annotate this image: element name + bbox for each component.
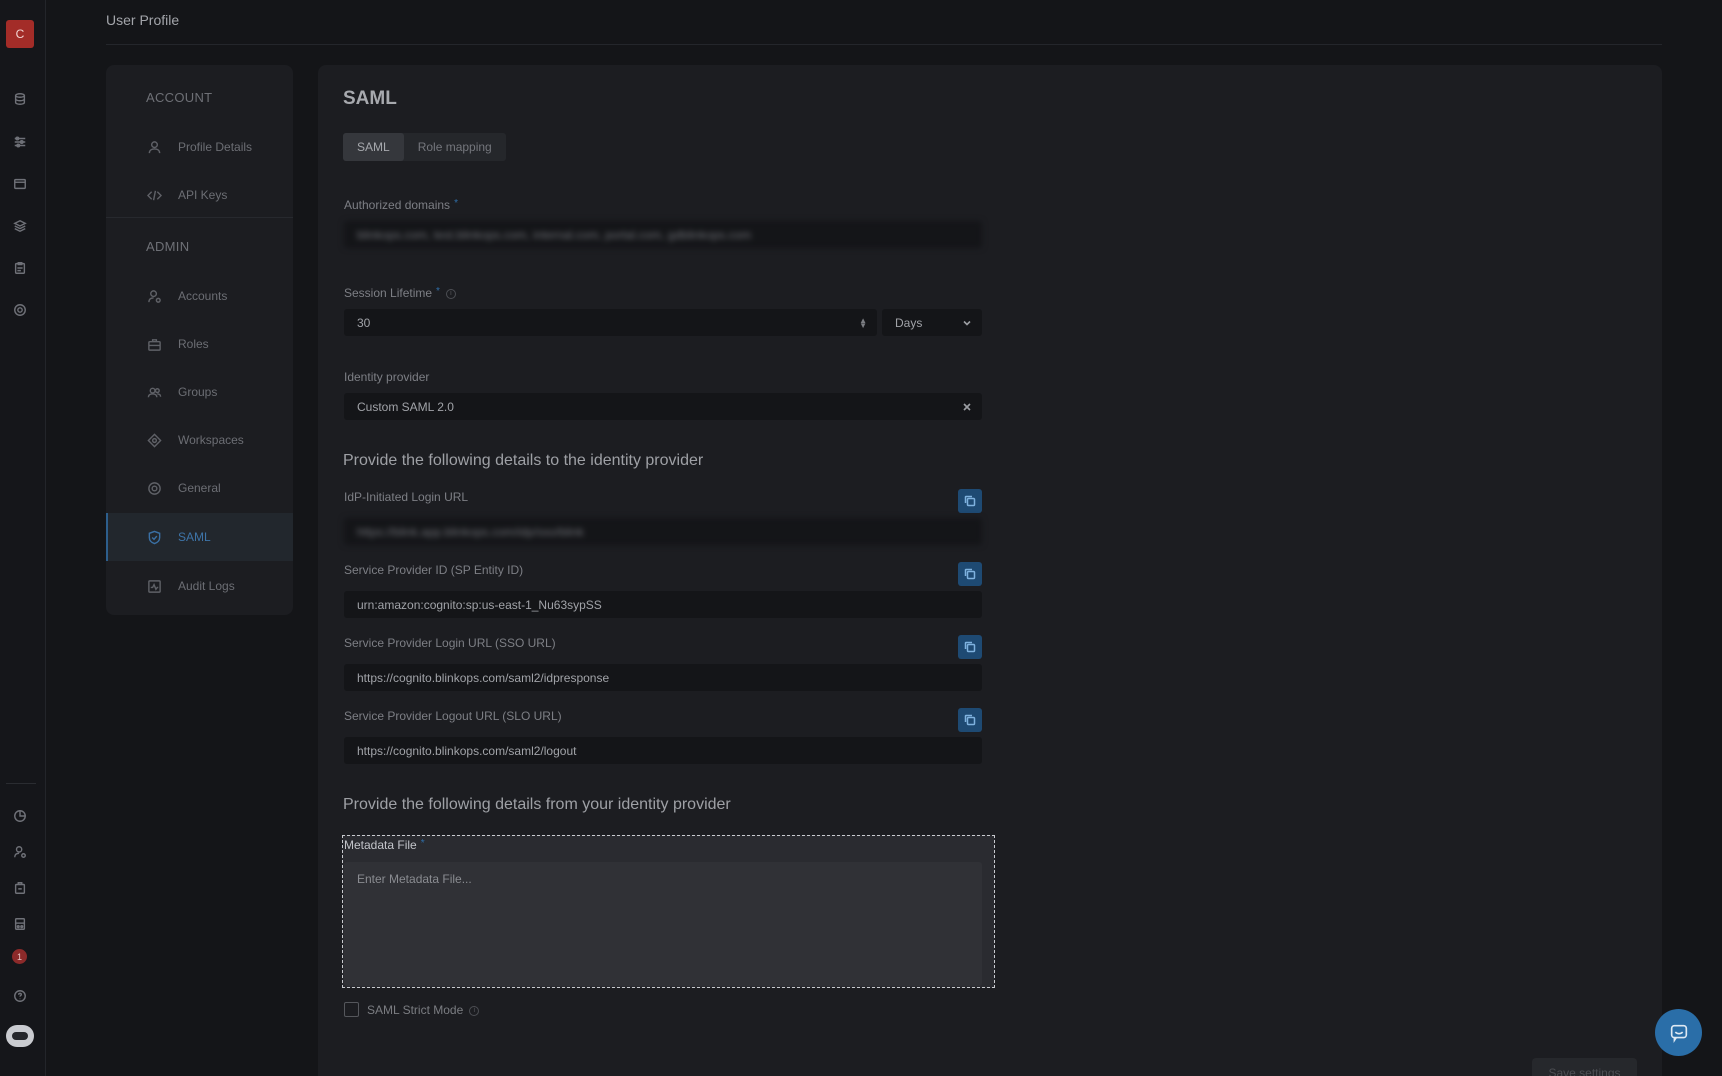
info-icon[interactable]: i xyxy=(469,1005,480,1016)
copy-icon xyxy=(964,495,976,507)
session-unit-select[interactable]: Days xyxy=(882,309,982,336)
from-idp-heading: Provide the following details from your … xyxy=(343,796,731,813)
nav-item-label: Groups xyxy=(178,385,218,399)
copy-sp-entity-id-button[interactable] xyxy=(958,562,982,586)
copy-icon xyxy=(964,714,976,726)
sp-entity-id-label: Service Provider ID (SP Entity ID) xyxy=(344,563,524,577)
header-divider xyxy=(106,44,1662,45)
idp-login-url-label: IdP-Initiated Login URL xyxy=(344,490,469,504)
help-icon[interactable] xyxy=(12,988,28,1004)
diamond-icon xyxy=(146,432,162,448)
nav-item-saml[interactable]: SAML xyxy=(106,513,293,561)
tab-role-mapping[interactable]: Role mapping xyxy=(404,133,506,161)
chat-icon xyxy=(1670,1024,1687,1043)
database-icon[interactable] xyxy=(12,91,28,107)
nav-item-label: Audit Logs xyxy=(178,579,235,593)
layers-icon[interactable] xyxy=(12,218,28,234)
saml-strict-mode-checkbox[interactable] xyxy=(344,1002,359,1017)
chat-support-button[interactable] xyxy=(1655,1009,1702,1056)
identity-provider-select[interactable]: Custom SAML 2.0 xyxy=(344,393,982,420)
pie-chart-icon[interactable] xyxy=(12,808,28,824)
section-title: SAML xyxy=(343,88,397,109)
nav-section-account: ACCOUNT xyxy=(146,90,213,105)
identity-provider-label: Identity provider xyxy=(344,370,430,384)
sliders-icon[interactable] xyxy=(12,134,28,150)
nav-item-general[interactable]: General xyxy=(106,464,293,512)
clear-icon[interactable] xyxy=(962,401,972,411)
saml-tabs: SAML Role mapping xyxy=(343,133,506,161)
copy-sp-logout-url-button[interactable] xyxy=(958,708,982,732)
briefcase-icon xyxy=(146,336,162,352)
nav-item-profile-details[interactable]: Profile Details xyxy=(106,123,293,171)
users-icon xyxy=(146,384,162,400)
copy-idp-login-url-button[interactable] xyxy=(958,489,982,513)
nav-item-workspaces[interactable]: Workspaces xyxy=(106,416,293,464)
nav-item-label: Profile Details xyxy=(178,140,253,154)
nav-item-label: General xyxy=(178,481,221,495)
sp-logout-url-field[interactable]: https://cognito.blinkops.com/saml2/logou… xyxy=(344,737,982,764)
target-icon[interactable] xyxy=(12,302,28,318)
package-icon[interactable] xyxy=(12,880,28,896)
code-icon xyxy=(146,187,162,203)
nav-item-roles[interactable]: Roles xyxy=(106,320,293,368)
settings-icon xyxy=(146,480,162,496)
assistant-bot-icon[interactable] xyxy=(6,1025,34,1047)
shield-icon xyxy=(146,529,162,545)
user-icon xyxy=(146,139,162,155)
copy-sp-login-url-button[interactable] xyxy=(958,635,982,659)
window-icon[interactable] xyxy=(12,176,28,192)
nav-item-label: Roles xyxy=(178,337,209,351)
nav-item-label: Workspaces xyxy=(178,433,244,447)
nav-item-label: API Keys xyxy=(178,188,228,202)
nav-item-label: Accounts xyxy=(178,289,228,303)
nav-divider xyxy=(106,217,293,218)
user-gear-icon xyxy=(146,288,162,304)
session-lifetime-input[interactable]: 30 ▲ ▼ xyxy=(344,309,877,336)
tab-saml[interactable]: SAML xyxy=(343,133,404,161)
nav-item-accounts[interactable]: Accounts xyxy=(106,272,293,320)
nav-item-groups[interactable]: Groups xyxy=(106,368,293,416)
profile-nav: ACCOUNT Profile Details API Keys ADMIN A… xyxy=(106,65,293,615)
sp-login-url-field[interactable]: https://cognito.blinkops.com/saml2/idpre… xyxy=(344,664,982,691)
activity-icon xyxy=(146,578,162,594)
metadata-file-input[interactable]: Enter Metadata File... xyxy=(344,862,982,986)
workspace-logo[interactable]: C xyxy=(6,20,34,48)
sp-login-url-label: Service Provider Login URL (SSO URL) xyxy=(344,636,556,650)
session-lifetime-label: Session Lifetime * i xyxy=(344,286,456,300)
user-gear-icon[interactable] xyxy=(12,844,28,860)
rail-divider xyxy=(6,783,36,784)
left-rail: C 1 xyxy=(0,0,46,1076)
clipboard-icon[interactable] xyxy=(12,260,28,276)
saml-strict-mode-label: SAML Strict Mode i xyxy=(367,1003,480,1017)
bookmark-box-icon[interactable] xyxy=(12,916,28,932)
chevron-down-icon xyxy=(962,317,972,327)
nav-item-label: SAML xyxy=(178,530,211,544)
copy-icon xyxy=(964,641,976,653)
nav-item-audit-logs[interactable]: Audit Logs xyxy=(106,562,293,610)
metadata-file-label: Metadata File * xyxy=(344,838,425,852)
nav-item-api-keys[interactable]: API Keys xyxy=(106,171,293,219)
authorized-domains-input[interactable]: blinkops.com, test.blinkops.com, interna… xyxy=(344,221,982,248)
save-settings-button[interactable]: Save settings xyxy=(1532,1058,1637,1076)
stepper-arrows-icon[interactable]: ▲ ▼ xyxy=(859,317,867,330)
notification-badge[interactable]: 1 xyxy=(12,949,27,964)
nav-section-admin: ADMIN xyxy=(146,239,190,254)
page-title: User Profile xyxy=(106,12,180,28)
sp-logout-url-label: Service Provider Logout URL (SLO URL) xyxy=(344,709,562,723)
sp-entity-id-field[interactable]: urn:amazon:cognito:sp:us-east-1_Nu63sypS… xyxy=(344,591,982,618)
idp-login-url-field[interactable]: https://blink.app.blinkops.com/idp/sso/b… xyxy=(344,518,982,545)
to-idp-heading: Provide the following details to the ide… xyxy=(343,452,704,469)
authorized-domains-label: Authorized domains * xyxy=(344,198,458,212)
info-icon[interactable]: i xyxy=(445,288,456,299)
copy-icon xyxy=(964,568,976,580)
